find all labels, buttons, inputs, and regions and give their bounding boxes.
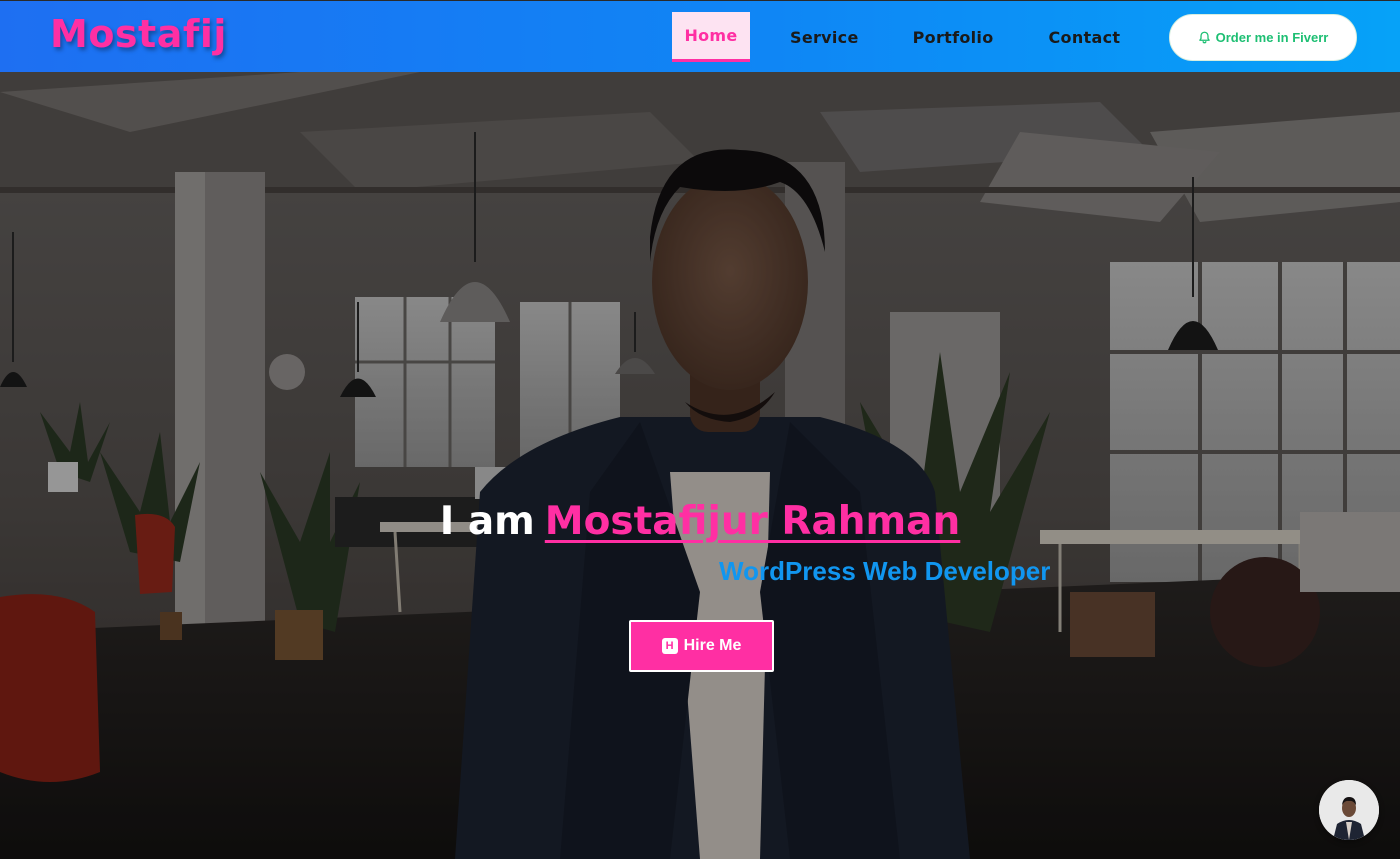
nav-item-contact[interactable]: Contact	[1049, 12, 1121, 62]
hero-intro: I am	[439, 499, 535, 544]
nav-item-portfolio[interactable]: Portfolio	[913, 12, 994, 62]
hero-headline: I am Mostafijur Rahman	[0, 499, 1400, 544]
hire-me-button[interactable]: H Hire Me	[629, 620, 774, 672]
order-fiverr-label: Order me in Fiverr	[1215, 30, 1329, 45]
nav-item-service[interactable]: Service	[790, 12, 859, 62]
hero-section: I am Mostafijur Rahman WordPress Web Deve…	[0, 72, 1400, 859]
top-navbar: Mostafij Home Service Portfolio Contact …	[0, 0, 1400, 72]
nav-item-home[interactable]: Home	[672, 12, 750, 62]
avatar-photo	[1319, 780, 1379, 840]
hero-role: WordPress Web Developer	[719, 556, 1051, 586]
main-nav: Home Service Portfolio Contact	[672, 12, 1120, 62]
hire-me-label: Hire Me	[683, 637, 742, 654]
brand-logo[interactable]: Mostafij	[50, 15, 227, 53]
order-fiverr-button[interactable]: Order me in Fiverr	[1169, 14, 1357, 61]
hire-icon: H	[661, 638, 678, 654]
bell-icon	[1198, 31, 1210, 44]
hero-name-link[interactable]: Mostafijur Rahman	[545, 499, 960, 544]
hero-background-photo	[0, 72, 1400, 859]
profile-avatar[interactable]	[1319, 780, 1379, 840]
